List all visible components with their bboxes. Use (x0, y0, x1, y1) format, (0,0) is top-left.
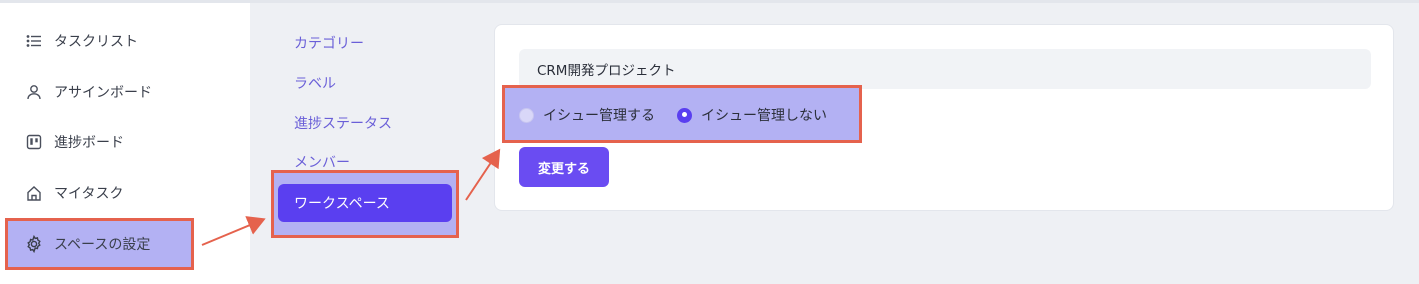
subnav-item-workspace-wrap: ワークスペース (274, 171, 456, 235)
sidebar-item-label: スペースの設定 (54, 237, 151, 253)
sidebar-item-my-tasks[interactable]: マイタスク (0, 170, 250, 216)
sidebar: タスクリスト アサインボード 進捗ボード マイタスク スペースの設定 (0, 3, 250, 284)
issue-management-radio-group: イシュー管理する イシュー管理しない (505, 88, 861, 142)
workspace-settings-card: CRM開発プロジェクト イシュー管理する イシュー管理しない 変更する (494, 24, 1394, 211)
sidebar-item-tasklist[interactable]: タスクリスト (0, 18, 250, 64)
sidebar-item-progress-board[interactable]: 進捗ボード (0, 119, 250, 165)
sidebar-item-label: タスクリスト (54, 34, 138, 50)
sidebar-item-label: 進捗ボード (54, 135, 124, 151)
radio-button-checked[interactable] (677, 107, 692, 123)
radio-button[interactable] (519, 107, 534, 123)
subnav-item-label[interactable]: ラベル (276, 64, 456, 102)
project-name-field: CRM開発プロジェクト (519, 49, 1371, 89)
sidebar-item-assign-board[interactable]: アサインボード (0, 69, 250, 115)
gear-icon (24, 234, 44, 254)
home-icon (24, 183, 44, 203)
radio-option-issue-manage[interactable]: イシュー管理する (519, 105, 655, 125)
board-icon (24, 132, 44, 152)
subnav-item-progress-status[interactable]: 進捗ステータス (276, 104, 456, 142)
subnav-item-category[interactable]: カテゴリー (276, 24, 456, 62)
sidebar-item-label: マイタスク (54, 186, 124, 202)
radio-label: イシュー管理する (543, 108, 655, 124)
radio-label: イシュー管理しない (701, 108, 827, 124)
subnav-item-workspace[interactable]: ワークスペース (278, 184, 452, 222)
radio-option-issue-no-manage[interactable]: イシュー管理しない (677, 105, 827, 125)
sidebar-item-label: アサインボード (54, 85, 152, 101)
sidebar-item-space-settings[interactable]: スペースの設定 (7, 221, 193, 267)
list-icon (24, 31, 44, 51)
user-icon (24, 82, 44, 102)
change-button[interactable]: 変更する (519, 147, 609, 187)
